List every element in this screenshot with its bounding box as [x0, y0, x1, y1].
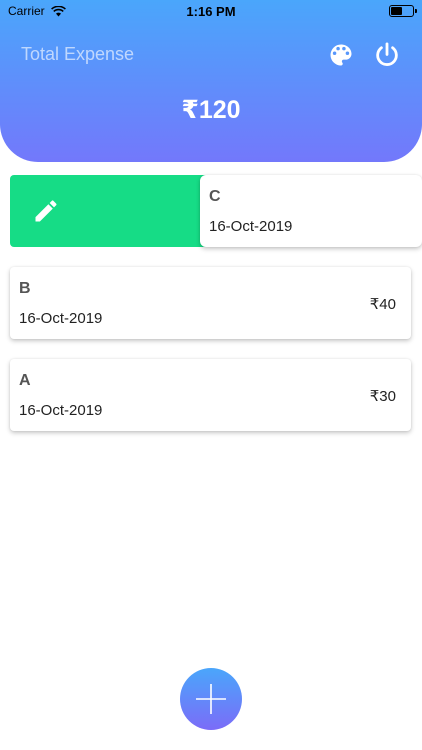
expense-name: C [209, 188, 221, 205]
expense-date: 16-Oct-2019 [209, 218, 293, 235]
power-icon [376, 42, 398, 66]
expense-name: A [19, 372, 31, 389]
header: Carrier 1:16 PM Total Expense ₹120 [0, 0, 422, 162]
battery-icon [389, 5, 417, 17]
expense-date: 16-Oct-2019 [19, 402, 103, 419]
expense-card[interactable]: C 16-Oct-2019 [200, 175, 422, 247]
pencil-icon [35, 200, 57, 222]
palette-icon [330, 44, 352, 66]
status-bar: Carrier 1:16 PM [0, 0, 422, 22]
swipe-row-c[interactable]: C 16-Oct-2019 [10, 175, 422, 247]
plus-icon [196, 684, 226, 714]
expense-card[interactable]: A 16-Oct-2019 ₹30 [10, 359, 411, 431]
expense-name: B [19, 280, 31, 297]
logout-button[interactable] [372, 40, 402, 70]
add-expense-button[interactable] [180, 668, 242, 730]
edit-action[interactable] [10, 175, 210, 247]
wifi-icon [50, 5, 66, 16]
total-expense-amount: ₹120 [181, 96, 241, 124]
battery-level [391, 7, 402, 15]
carrier-label: Carrier [8, 4, 45, 18]
expense-date: 16-Oct-2019 [19, 310, 103, 327]
expense-amount: ₹30 [369, 388, 396, 405]
status-left: Carrier [8, 4, 66, 18]
expense-amount: ₹40 [369, 296, 396, 313]
header-title: Total Expense [21, 44, 135, 64]
theme-button[interactable] [326, 40, 356, 70]
expense-card[interactable]: B 16-Oct-2019 ₹40 [10, 267, 411, 339]
